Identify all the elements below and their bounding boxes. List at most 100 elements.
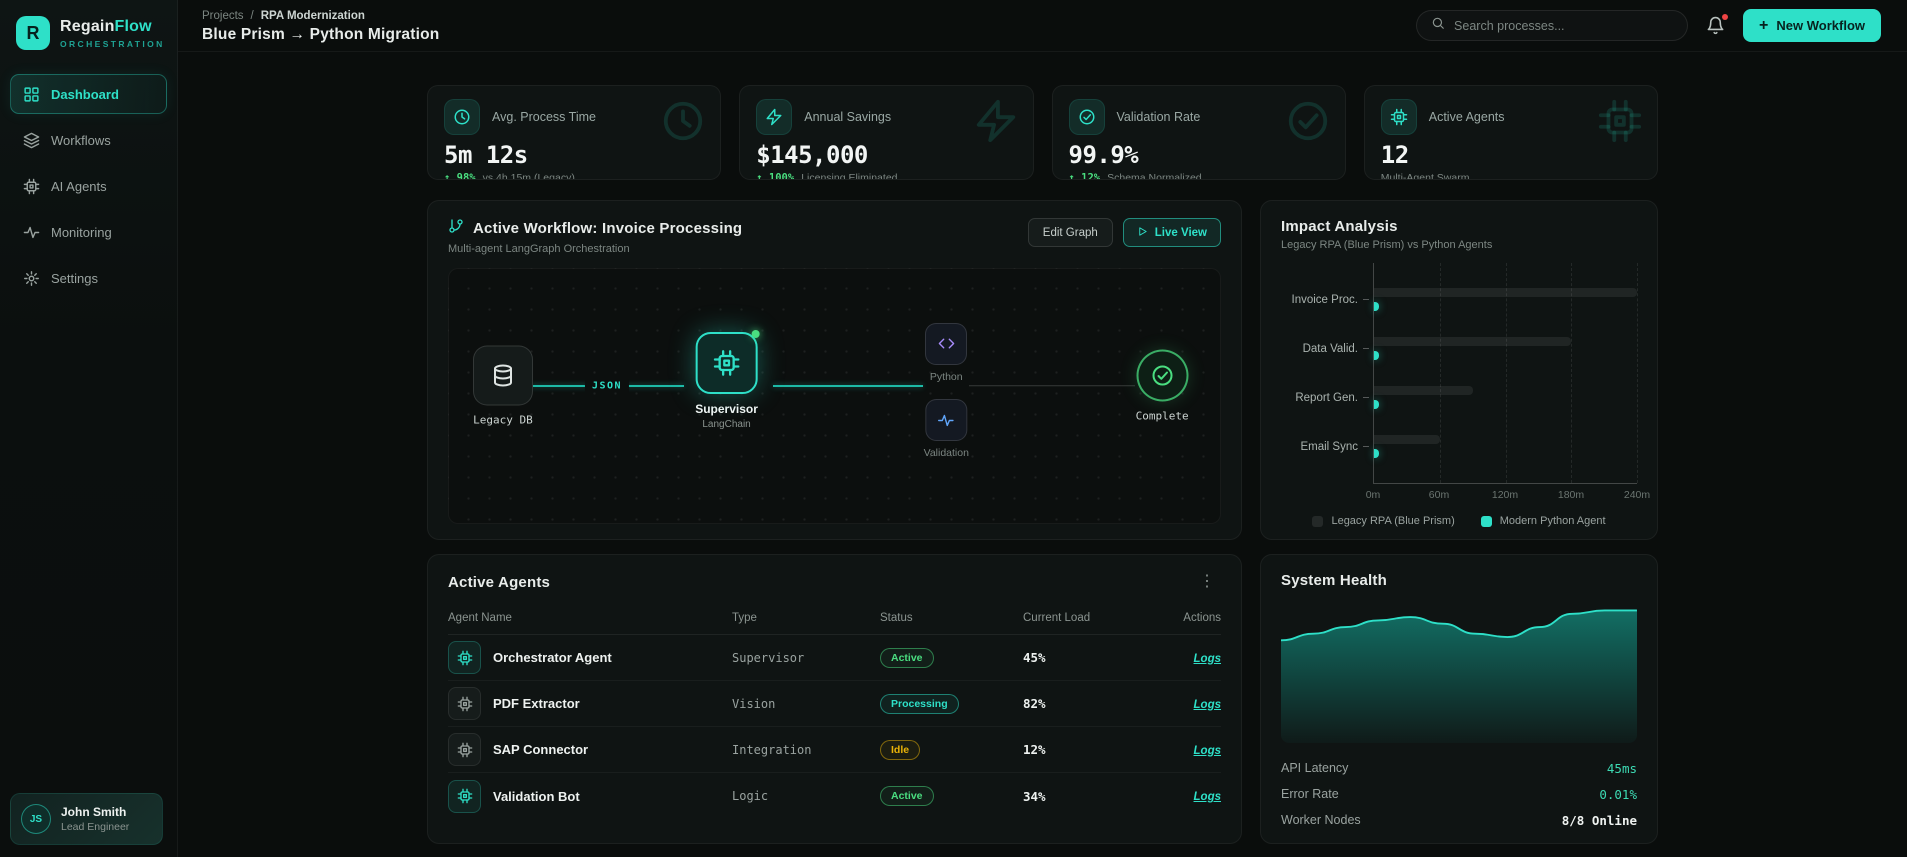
gridline xyxy=(1637,263,1638,483)
kebab-menu-icon[interactable]: ⋮ xyxy=(1193,572,1221,592)
system-health-chart xyxy=(1281,603,1637,743)
logs-link[interactable]: Logs xyxy=(1194,699,1221,711)
impact-bar-group xyxy=(1374,324,1637,373)
legend-label: Modern Python Agent xyxy=(1500,515,1606,527)
workflow-panel: Active Workflow: Invoice Processing Mult… xyxy=(427,200,1242,540)
workflow-node-validation[interactable]: Validation xyxy=(924,399,969,459)
stat-cards-row: Avg. Process Time5m 12s↑ 98%vs 4h 15m (L… xyxy=(427,85,1658,180)
impact-chart-body: Invoice Proc.Data Valid.Report Gen.Email… xyxy=(1281,263,1637,484)
stat-card-avg-process-time: Avg. Process Time5m 12s↑ 98%vs 4h 15m (L… xyxy=(427,85,721,180)
agent-type: Vision xyxy=(732,697,880,711)
sidebar-item-settings[interactable]: Settings xyxy=(10,258,167,298)
live-status-dot xyxy=(752,330,760,338)
status-badge: Processing xyxy=(880,694,959,714)
health-stat-value: 0.01% xyxy=(1599,787,1637,802)
agent-status-cell: Idle xyxy=(880,740,1023,760)
user-chip[interactable]: JS John Smith Lead Engineer xyxy=(10,793,163,845)
legend-item: Modern Python Agent xyxy=(1481,515,1606,527)
chip-icon xyxy=(713,349,741,377)
impact-panel: Impact Analysis Legacy RPA (Blue Prism) … xyxy=(1260,200,1658,540)
sidebar-item-workflows[interactable]: Workflows xyxy=(10,120,167,160)
logs-link[interactable]: Logs xyxy=(1194,791,1221,803)
agents-table-header: Agent NameTypeStatusCurrent LoadActions xyxy=(448,606,1221,635)
search-box[interactable] xyxy=(1416,10,1688,41)
new-workflow-button[interactable]: + New Workflow xyxy=(1743,9,1881,42)
system-health-title: System Health xyxy=(1281,572,1637,589)
workflow-node-label: Python xyxy=(930,371,963,383)
topbar: Projects / RPA Modernization Blue Prism … xyxy=(178,0,1907,52)
main-area: Projects / RPA Modernization Blue Prism … xyxy=(178,0,1907,857)
stat-card-icon-box xyxy=(756,99,792,135)
sidebar-item-label: Monitoring xyxy=(51,225,112,240)
health-stat-value: 45ms xyxy=(1607,761,1637,776)
stat-card-note: Licensing Eliminated xyxy=(801,172,897,180)
edge-label-json: JSON xyxy=(585,379,629,392)
stat-card-delta: ↑ 100% xyxy=(756,172,794,180)
health-stat-value: 8/8 Online xyxy=(1562,813,1637,828)
workflow-node-complete[interactable]: Complete xyxy=(1136,349,1189,422)
chip-icon xyxy=(457,650,473,666)
workflow-canvas[interactable]: JSON Legacy DB SupervisorLangChain Python Va… xyxy=(448,268,1221,524)
legacy-bar xyxy=(1374,337,1571,346)
play-icon xyxy=(1137,226,1148,240)
gear-icon xyxy=(23,270,40,287)
notifications-button[interactable] xyxy=(1706,16,1725,35)
agent-type: Integration xyxy=(732,743,880,757)
check-circle-icon xyxy=(1285,98,1331,144)
chip-icon xyxy=(1390,108,1408,126)
chip-icon xyxy=(457,788,473,804)
status-badge: Active xyxy=(880,786,934,806)
legend-swatch xyxy=(1481,516,1492,527)
live-view-button[interactable]: Live View xyxy=(1123,218,1221,247)
chip-icon xyxy=(457,742,473,758)
edit-graph-button[interactable]: Edit Graph xyxy=(1028,218,1113,247)
sidebar: R RegainFlow ORCHESTRATION DashboardWork… xyxy=(0,0,178,857)
agent-row: PDF ExtractorVisionProcessing82%Logs xyxy=(448,681,1221,727)
impact-bar-group xyxy=(1374,373,1637,422)
stat-card-label: Active Agents xyxy=(1429,110,1505,124)
stat-card-subtext: ↑ 12%Schema Normalized xyxy=(1069,172,1329,180)
check-circle-icon xyxy=(1078,108,1096,126)
stat-card-delta: ↑ 12% xyxy=(1069,172,1101,180)
workflow-node-python[interactable]: Python xyxy=(925,323,967,383)
axis-tick-label: 240m xyxy=(1624,489,1650,501)
impact-category-label: Report Gen. xyxy=(1281,373,1373,422)
impact-plot xyxy=(1373,263,1637,484)
system-health-stats: API Latency45msError Rate0.01%Worker Nod… xyxy=(1281,755,1637,833)
notification-dot xyxy=(1722,14,1728,20)
chip-icon xyxy=(1597,98,1643,144)
workflow-node-supervisor[interactable]: SupervisorLangChain xyxy=(695,332,758,430)
health-stat-row: API Latency45ms xyxy=(1281,755,1637,781)
legend-item: Legacy RPA (Blue Prism) xyxy=(1312,515,1454,527)
sidebar-item-dashboard[interactable]: Dashboard xyxy=(10,74,167,114)
impact-category-label: Email Sync xyxy=(1281,422,1373,471)
stat-card-delta: ↑ 98% xyxy=(444,172,476,180)
breadcrumb-current[interactable]: RPA Modernization xyxy=(261,10,365,22)
axis-tick-label: 60m xyxy=(1429,489,1449,501)
axis-tick-label: 180m xyxy=(1558,489,1584,501)
breadcrumb: Projects / RPA Modernization xyxy=(202,10,439,22)
stat-card-validation-rate: Validation Rate99.9%↑ 12%Schema Normaliz… xyxy=(1052,85,1346,180)
sidebar-item-label: Settings xyxy=(51,271,98,286)
health-stat-label: Error Rate xyxy=(1281,787,1339,801)
plus-icon: + xyxy=(1759,18,1768,34)
agent-type: Logic xyxy=(732,789,880,803)
stat-card-icon-box xyxy=(444,99,480,135)
impact-title: Impact Analysis xyxy=(1281,218,1637,235)
stat-card-label: Validation Rate xyxy=(1117,110,1201,124)
sidebar-item-monitoring[interactable]: Monitoring xyxy=(10,212,167,252)
logs-link[interactable]: Logs xyxy=(1194,745,1221,757)
app-root: R RegainFlow ORCHESTRATION DashboardWork… xyxy=(0,0,1907,857)
stat-card-ghost-icon-wrap xyxy=(660,98,706,149)
legend-label: Legacy RPA (Blue Prism) xyxy=(1331,515,1454,527)
workflow-node-label: Complete xyxy=(1136,409,1189,422)
agent-row: Validation BotLogicActive34%Logs xyxy=(448,773,1221,819)
stat-card-active-agents: Active Agents12Multi-Agent Swarm xyxy=(1364,85,1658,180)
breadcrumb-projects[interactable]: Projects xyxy=(202,10,244,22)
agent-actions-cell: Logs xyxy=(1143,787,1221,805)
logs-link[interactable]: Logs xyxy=(1194,653,1221,665)
search-input[interactable] xyxy=(1454,19,1673,33)
workflow-node-legacy-db[interactable]: Legacy DB xyxy=(473,345,533,426)
stat-card-subtext: ↑ 98%vs 4h 15m (Legacy) xyxy=(444,172,704,180)
sidebar-item-ai-agents[interactable]: AI Agents xyxy=(10,166,167,206)
